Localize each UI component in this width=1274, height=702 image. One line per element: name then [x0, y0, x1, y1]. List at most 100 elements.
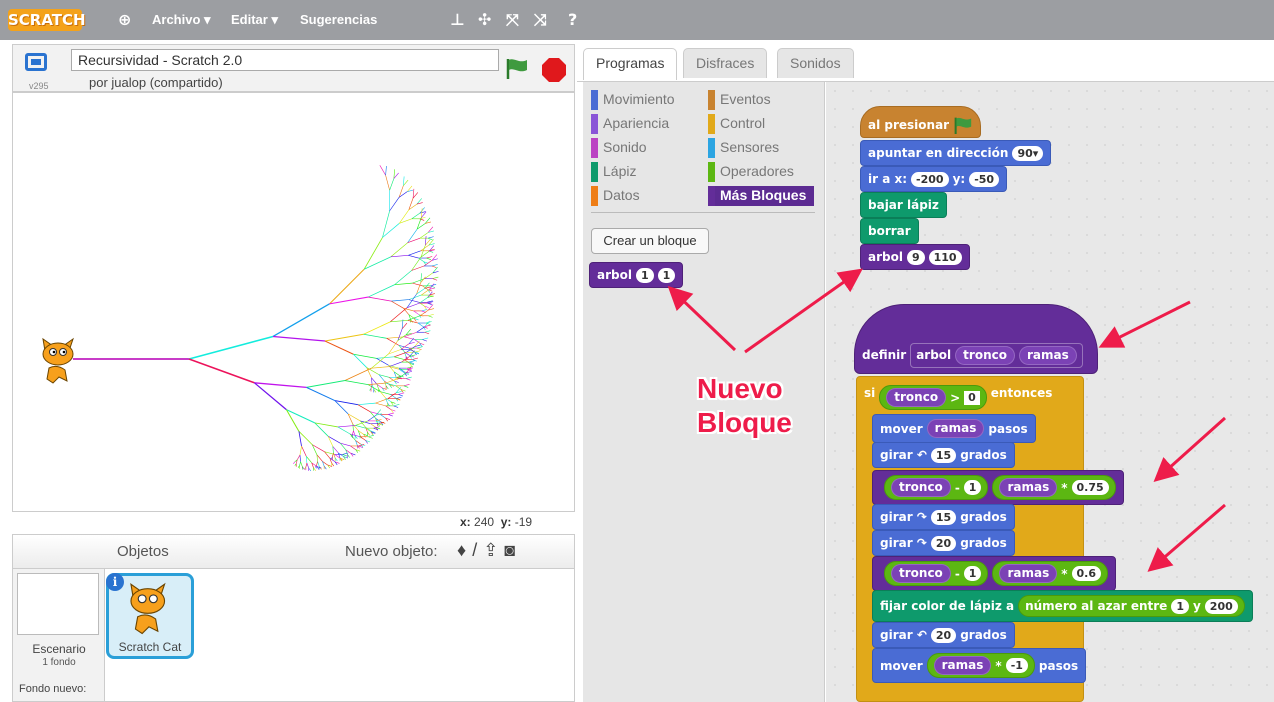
call-arbol-block[interactable]: arbol 9 110	[860, 244, 970, 270]
category-movimiento[interactable]: Movimiento	[591, 90, 675, 110]
brush-icon[interactable]: /	[472, 540, 483, 560]
menu-sugerencias[interactable]: Sugerencias	[300, 12, 377, 27]
tree-branch	[373, 427, 379, 431]
menu-archivo[interactable]: Archivo ▾	[152, 12, 211, 28]
category-lapiz[interactable]: Lápiz	[591, 162, 636, 182]
category-apariencia[interactable]: Apariencia	[591, 114, 669, 134]
category-datos[interactable]: Datos	[591, 186, 640, 206]
scratch-cat-sprite[interactable]	[39, 337, 81, 387]
tree-branch	[394, 356, 405, 360]
tree-branch	[426, 256, 433, 259]
tree-branch	[371, 377, 378, 385]
tab-programas[interactable]: Programas	[583, 48, 678, 80]
stage-thumbnail[interactable]	[17, 573, 99, 635]
palette-arbol-block[interactable]: arbol 1 1	[589, 262, 684, 288]
set-pen-color-block[interactable]: fijar color de lápiz a número al azar ent…	[872, 590, 1253, 622]
category-eventos[interactable]: Eventos	[708, 90, 771, 110]
goto-xy-block[interactable]: ir a x: -200 y: -50	[860, 166, 1008, 192]
tree-branch	[393, 404, 400, 407]
tab-disfraces[interactable]: Disfraces	[683, 48, 768, 78]
fullscreen-icon[interactable]	[25, 53, 47, 71]
grow-icon[interactable]: ⤧	[506, 10, 519, 30]
category-sonido[interactable]: Sonido	[591, 138, 647, 158]
globe-icon[interactable]: ⊕	[118, 10, 131, 29]
tree-branch	[412, 357, 419, 360]
recursive-call-2-block[interactable]: tronco -1 ramas * 0.6	[872, 556, 1116, 591]
scripts-area[interactable]: al presionar apuntar en dirección 90▾ ir …	[826, 82, 1274, 702]
greater-than-operator[interactable]: tronco >0	[879, 385, 987, 410]
tree-branch	[421, 309, 428, 312]
paint-sprite-icon[interactable]: ♦	[457, 540, 472, 560]
make-block-button[interactable]: Crear un bloque	[591, 228, 709, 254]
tree-branch	[363, 237, 383, 270]
help-icon[interactable]: ?	[568, 10, 577, 29]
when-flag-clicked-block[interactable]: al presionar	[860, 106, 982, 138]
tree-branch	[409, 360, 416, 363]
tree-branch	[385, 405, 392, 410]
new-backdrop-label: Fondo nuevo:	[19, 683, 87, 695]
shrink-icon[interactable]: ⤨	[534, 10, 547, 30]
clear-block[interactable]: borrar	[860, 218, 919, 244]
tree-branch	[408, 255, 419, 259]
sprite-thumbnail[interactable]: i Scratch Cat	[106, 573, 194, 659]
turn-right-20-block[interactable]: girar ↷ 20 grados	[872, 530, 1015, 556]
tree-branch	[416, 326, 425, 333]
tree-branch	[391, 299, 409, 302]
recursive-tree-drawing	[73, 165, 439, 472]
scissors-icon[interactable]: ✣	[478, 10, 491, 29]
menu-editar[interactable]: Editar ▾	[231, 12, 278, 28]
category-control[interactable]: Control	[708, 114, 765, 134]
tree-branch	[408, 294, 422, 300]
stamp-icon[interactable]: ⊥	[450, 10, 465, 29]
tree-branch	[382, 223, 400, 238]
tree-branch	[389, 307, 408, 323]
stage-canvas[interactable]	[12, 92, 575, 512]
tree-branch	[370, 423, 376, 428]
move-neg-block[interactable]: mover ramas * -1 pasos	[872, 648, 1087, 683]
tree-branch	[394, 282, 413, 285]
define-block[interactable]: definir arbol tronco ramas	[854, 304, 1098, 374]
turn-left-15-block[interactable]: girar ↶ 15 grados	[872, 442, 1015, 468]
tree-branch	[367, 284, 395, 298]
scratch-logo[interactable]: SCRATCH	[8, 9, 86, 31]
project-title-input[interactable]: Recursividad - Scratch 2.0	[71, 49, 499, 71]
camera-icon[interactable]: ◙	[504, 540, 521, 560]
tree-branch	[316, 454, 323, 462]
tree-branch	[411, 212, 421, 220]
info-icon[interactable]: i	[106, 573, 124, 591]
tree-branch	[347, 454, 350, 458]
tree-branch	[308, 467, 312, 472]
category-mas-bloques[interactable]: Más Bloques	[708, 186, 815, 206]
pen-down-block[interactable]: bajar lápiz	[860, 192, 947, 218]
tree-branch	[344, 367, 372, 381]
move-ramas-block[interactable]: mover ramas pasos	[872, 414, 1036, 443]
tree-branch	[431, 265, 437, 268]
sprite-pane: Objetos Nuevo objeto: ♦/⇪◙ Escenario 1 f…	[12, 534, 575, 702]
recursive-call-1-block[interactable]: tronco -1 ramas * 0.75	[872, 470, 1124, 505]
upload-icon[interactable]: ⇪	[483, 540, 504, 560]
turn-right-15-block[interactable]: girar ↷ 15 grados	[872, 504, 1015, 530]
turn-left-20-block[interactable]: girar ↶ 20 grados	[872, 622, 1015, 648]
tree-branch	[306, 380, 346, 388]
stage-column[interactable]: Escenario 1 fondo Fondo nuevo:	[13, 569, 105, 701]
tree-branch	[389, 197, 400, 212]
tree-branch	[342, 454, 348, 457]
stop-icon[interactable]	[541, 57, 567, 83]
green-flag-icon[interactable]	[505, 57, 529, 79]
point-direction-block[interactable]: apuntar en dirección 90▾	[860, 140, 1052, 166]
tree-branch	[300, 461, 303, 467]
tree-branch	[316, 461, 318, 466]
tree-branch	[299, 461, 301, 466]
tree-branch	[337, 426, 351, 435]
tab-sonidos[interactable]: Sonidos	[777, 48, 854, 78]
tree-branch	[419, 232, 429, 239]
tree-branch	[306, 463, 309, 468]
tree-branch	[390, 319, 408, 323]
category-operadores[interactable]: Operadores	[708, 162, 794, 182]
category-sensores[interactable]: Sensores	[708, 138, 779, 158]
project-author: por jualop (compartido)	[89, 75, 223, 90]
tree-branch	[389, 361, 402, 367]
tree-branch	[432, 278, 438, 281]
tree-branch	[323, 465, 327, 470]
new-sprite-icons[interactable]: ♦/⇪◙	[457, 540, 521, 561]
